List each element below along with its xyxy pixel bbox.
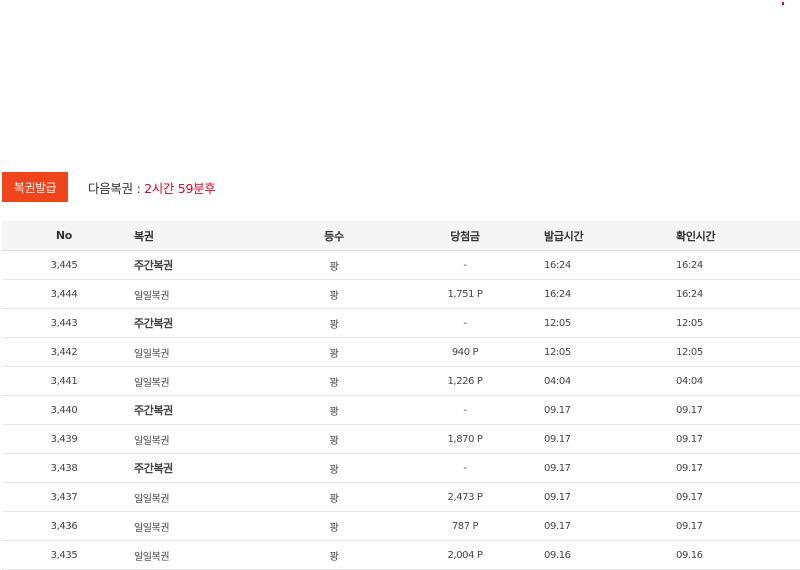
header-grade: 등수 [276,221,392,251]
cell-checked-time: 12:05 [672,308,800,338]
cell-checked-time: 16:24 [672,250,800,280]
cell-prize: 2,473 P [392,482,538,512]
cell-checked-time: 16:24 [672,279,800,309]
table-row: 3,437 일일복권 꽝 2,473 P 09.17 09.17 [2,482,800,512]
cell-checked-time: 09.17 [672,424,800,454]
cell-no: 3,439 [2,424,126,454]
cell-issued-time: 09.17 [538,453,672,483]
cell-ticket: 주간복권 [126,395,276,425]
cell-ticket: 주간복권 [126,453,276,483]
cell-grade: 꽝 [276,540,392,570]
cell-no: 3,436 [2,511,126,541]
header-prize: 당첨금 [392,221,538,251]
header-checked-time: 확인시간 [672,221,800,251]
cell-no: 3,441 [2,366,126,396]
cell-checked-time: 09.17 [672,511,800,541]
table-row: 3,435 일일복권 꽝 2,004 P 09.16 09.16 [2,540,800,570]
cell-no: 3,440 [2,395,126,425]
cell-ticket: 일일복권 [126,424,276,454]
cell-issued-time: 09.17 [538,395,672,425]
cell-issued-time: 04:04 [538,366,672,396]
cell-issued-time: 16:24 [538,250,672,280]
cell-no: 3,443 [2,308,126,338]
cell-ticket: 일일복권 [126,511,276,541]
table-row: 3,438 주간복권 꽝 -09.17 09.17 [2,453,800,483]
cell-issued-time: 09.17 [538,482,672,512]
cell-prize: 2,004 P [392,540,538,570]
issue-lottery-button[interactable]: 복권발급 [2,172,68,202]
header-issued-time: 발급시간 [538,221,672,251]
notification-dot [782,2,784,5]
cell-checked-time: 09.17 [672,395,800,425]
next-lottery-countdown: 2시간 59분후 [144,180,216,196]
cell-no: 3,438 [2,453,126,483]
cell-prize: 787 P [392,511,538,541]
cell-issued-time: 09.16 [538,540,672,570]
cell-prize: - [392,395,538,425]
cell-issued-time: 12:05 [538,337,672,367]
cell-checked-time: 12:05 [672,337,800,367]
lottery-toolbar: 복권발급 다음복권 : 2시간 59분후 [2,172,216,202]
cell-grade: 꽝 [276,337,392,367]
cell-issued-time: 09.17 [538,511,672,541]
cell-ticket: 일일복권 [126,337,276,367]
cell-prize: - [392,453,538,483]
cell-checked-time: 09.17 [672,482,800,512]
header-ticket: 복권 [126,221,276,251]
cell-no: 3,435 [2,540,126,570]
cell-grade: 꽝 [276,279,392,309]
cell-no: 3,445 [2,250,126,280]
cell-no: 3,437 [2,482,126,512]
cell-grade: 꽝 [276,250,392,280]
cell-ticket: 주간복권 [126,250,276,280]
cell-issued-time: 12:05 [538,308,672,338]
table-row: 3,440 주간복권 꽝 -09.17 09.17 [2,395,800,425]
next-lottery-label: 다음복권 : [88,180,145,196]
table-row: 3,436 일일복권 꽝 787 P 09.17 09.17 [2,511,800,541]
cell-ticket: 일일복권 [126,482,276,512]
cell-checked-time: 09.16 [672,540,800,570]
table-header-row: No 복권 등수 당첨금 발급시간 확인시간 [2,221,800,251]
cell-prize: 940 P [392,337,538,367]
cell-prize: 1,751 P [392,279,538,309]
table-row: 3,443 주간복권 꽝 -12:05 12:05 [2,308,800,338]
cell-ticket: 일일복권 [126,366,276,396]
cell-checked-time: 04:04 [672,366,800,396]
cell-ticket: 일일복권 [126,279,276,309]
next-lottery-info: 다음복권 : 2시간 59분후 [88,178,216,197]
cell-prize: - [392,308,538,338]
cell-no: 3,442 [2,337,126,367]
cell-prize: 1,870 P [392,424,538,454]
cell-no: 3,444 [2,279,126,309]
table-row: 3,445 주간복권 꽝 -16:24 16:24 [2,250,800,280]
cell-prize: - [392,250,538,280]
table-row: 3,439 일일복권 꽝 1,870 P 09.17 09.17 [2,424,800,454]
cell-checked-time: 09.17 [672,453,800,483]
table-row: 3,442 일일복권 꽝 940 P 12:05 12:05 [2,337,800,367]
cell-grade: 꽝 [276,366,392,396]
cell-grade: 꽝 [276,308,392,338]
cell-prize: 1,226 P [392,366,538,396]
header-no: No [2,221,126,251]
table-row: 3,441 일일복권 꽝 1,226 P 04:04 04:04 [2,366,800,396]
table-row: 3,444 일일복권 꽝 1,751 P 16:24 16:24 [2,279,800,309]
cell-grade: 꽝 [276,453,392,483]
cell-grade: 꽝 [276,424,392,454]
cell-issued-time: 16:24 [538,279,672,309]
lottery-page: 복권발급 다음복권 : 2시간 59분후 No 복권 등수 당첨금 발급시간 확… [0,0,800,570]
cell-issued-time: 09.17 [538,424,672,454]
lottery-history-table: No 복권 등수 당첨금 발급시간 확인시간 3,445 주간복권 꽝 -16:24 1… [2,221,800,570]
cell-grade: 꽝 [276,395,392,425]
cell-ticket: 일일복권 [126,540,276,570]
cell-grade: 꽝 [276,511,392,541]
cell-grade: 꽝 [276,482,392,512]
cell-ticket: 주간복권 [126,308,276,338]
table-body: 3,445 주간복권 꽝 -16:24 16:24 3,444 일일복권 꽝 1,751 P 16… [2,250,800,570]
